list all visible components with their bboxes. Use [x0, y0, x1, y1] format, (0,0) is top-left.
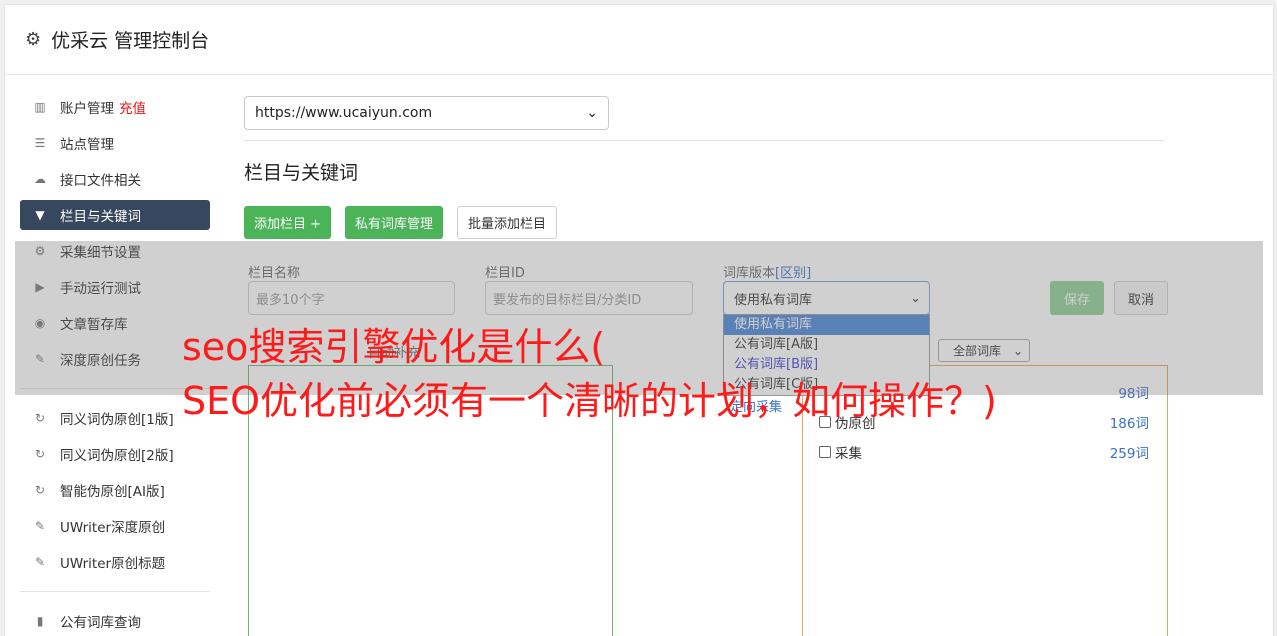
sidebar-item-columns[interactable]: ▼ 栏目与关键词 — [20, 200, 210, 230]
gear-icon: ⚙ — [25, 28, 42, 50]
section-title: 栏目与关键词 — [244, 162, 359, 184]
chevron-down-icon: ⌄ — [586, 105, 598, 121]
action-buttons: 添加栏目 + 私有词库管理 批量添加栏目 — [244, 206, 558, 239]
edit-icon: ✎ — [34, 519, 46, 533]
filter-icon: ▼ — [35, 208, 45, 222]
sidebar-item-account[interactable]: ▥ 账户管理 充值 — [20, 92, 210, 122]
refresh-icon: ↻ — [34, 447, 46, 461]
batch-add-button[interactable]: 批量添加栏目 — [457, 206, 558, 239]
add-column-button[interactable]: 添加栏目 + — [244, 206, 332, 239]
refresh-icon: ↻ — [34, 411, 46, 425]
divider — [244, 140, 1164, 141]
server-icon: ☰ — [34, 136, 46, 150]
sidebar-item-ai-rewrite[interactable]: ↻ 智能伪原创[AI版] — [20, 475, 210, 505]
private-lib-button[interactable]: 私有词库管理 — [345, 206, 444, 239]
page-header: ⚙ 优采云 管理控制台 — [5, 5, 1273, 75]
sidebar-item-uwriter-deep[interactable]: ✎ UWriter深度原创 — [20, 511, 210, 541]
list-item[interactable]: 采集 259词 — [819, 442, 1149, 462]
sidebar-item-uwriter-title[interactable]: ✎ UWriter原创标题 — [20, 547, 210, 577]
recharge-link[interactable]: 充值 — [119, 97, 146, 117]
checkbox[interactable] — [819, 446, 831, 458]
bar-chart-icon: ▥ — [34, 100, 46, 114]
sidebar-item-sites[interactable]: ☰ 站点管理 — [20, 128, 210, 158]
main-content: https://www.ucaiyun.com ⌄ 栏目与关键词 添加栏目 + … — [244, 96, 1168, 636]
sidebar-divider — [20, 591, 210, 592]
site-select[interactable]: https://www.ucaiyun.com ⌄ — [244, 96, 609, 130]
cloud-upload-icon: ☁ — [34, 172, 46, 186]
book-icon: ▮ — [36, 614, 44, 628]
sidebar-item-public-lib[interactable]: ▮ 公有词库查询 — [20, 606, 210, 636]
edit-icon: ✎ — [34, 555, 46, 569]
page-title: 优采云 管理控制台 — [51, 30, 210, 52]
headline-overlay: seo搜索引擎优化是什么( SEO优化前必须有一个清晰的计划，如何操作？) — [182, 325, 997, 423]
refresh-icon: ↻ — [34, 483, 46, 497]
sidebar-item-interface[interactable]: ☁ 接口文件相关 — [20, 164, 210, 194]
sidebar-item-synonym-v2[interactable]: ↻ 同义词伪原创[2版] — [20, 439, 210, 469]
